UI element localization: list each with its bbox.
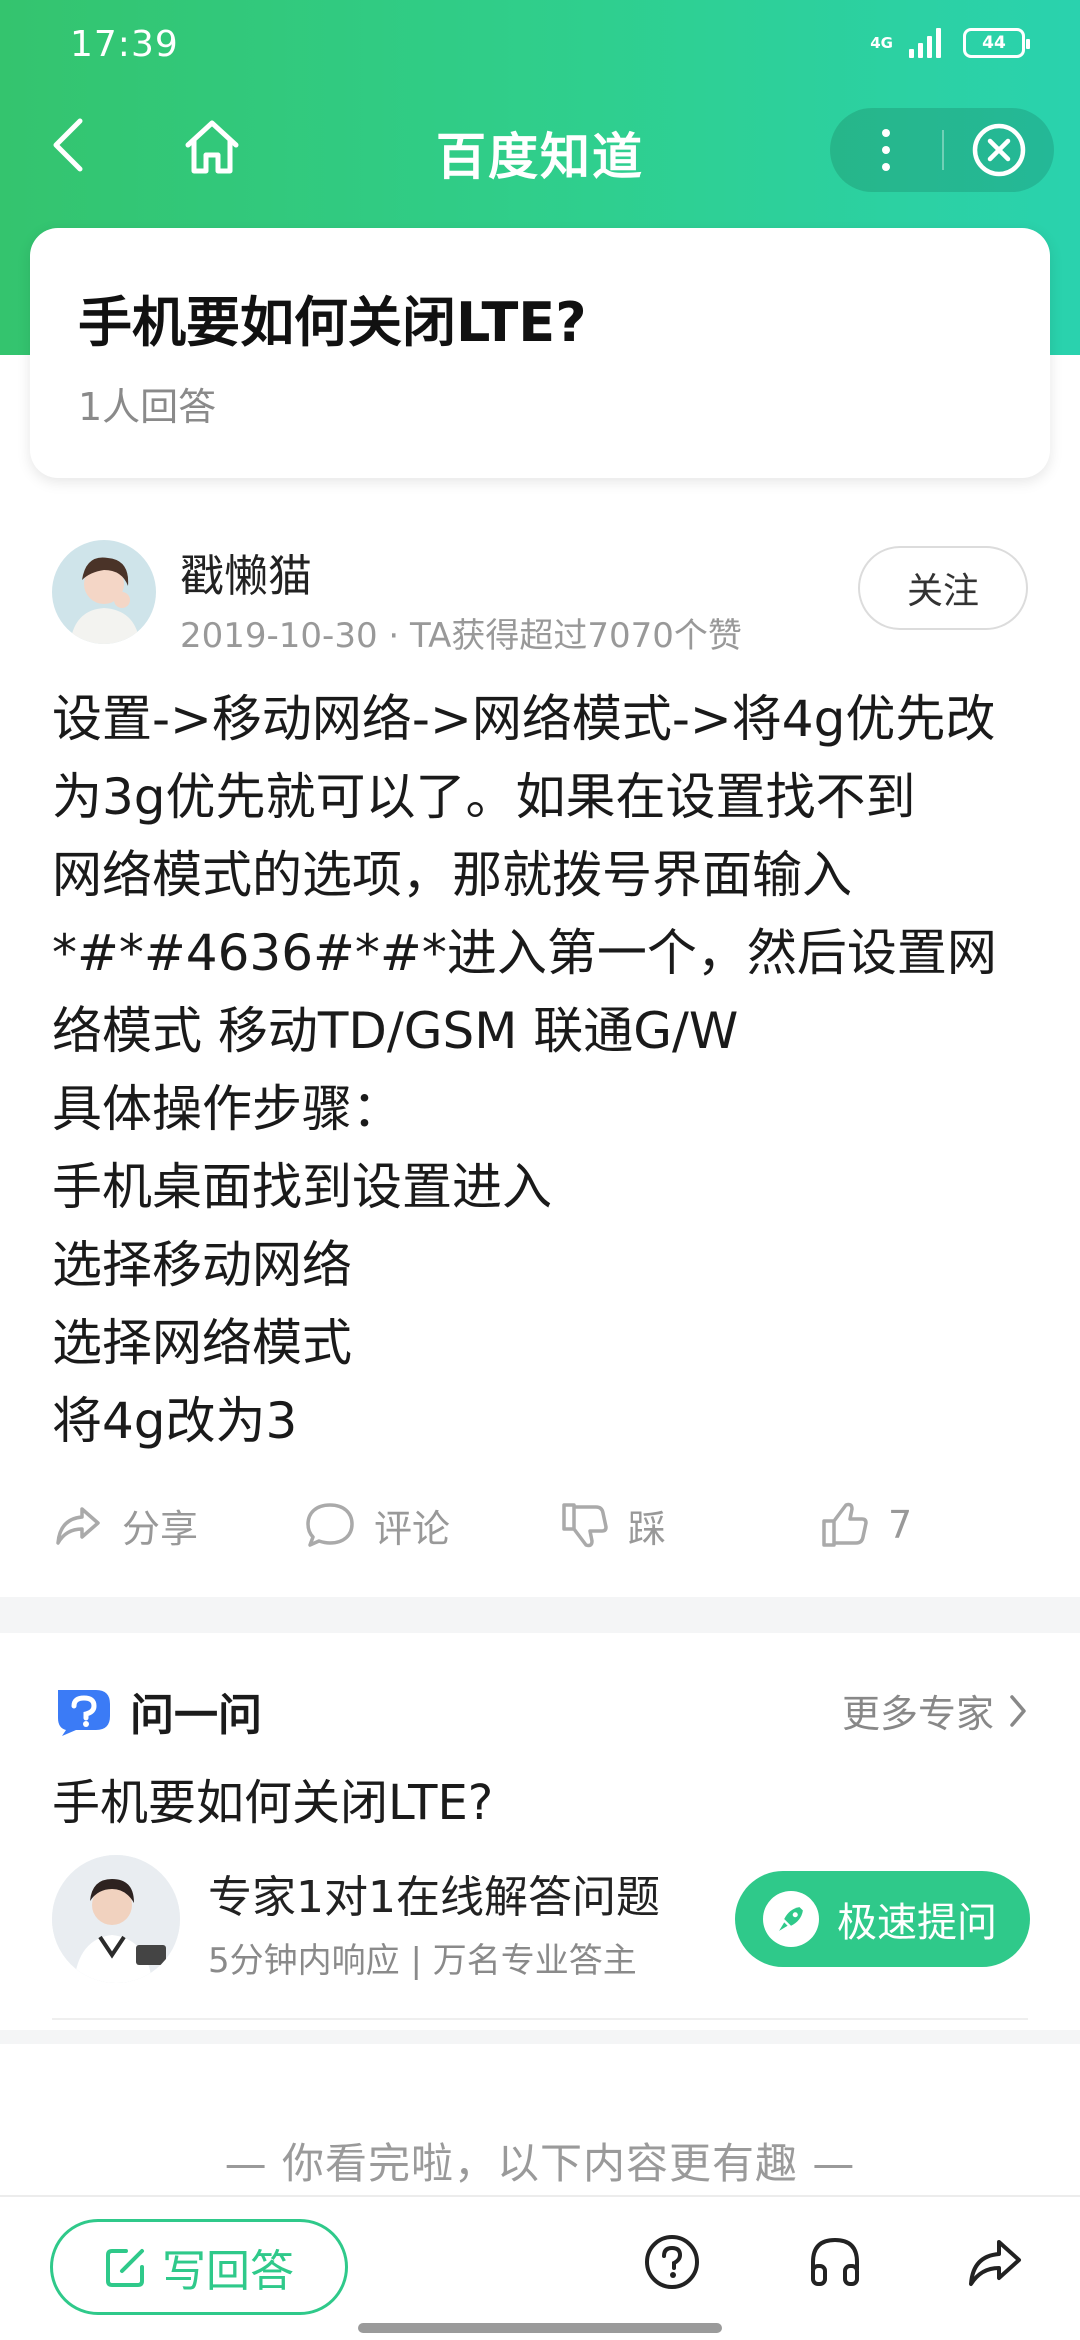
answer-actions: 分享 评论 踩 7 [0,1485,1080,1565]
share-icon [56,1507,100,1545]
thumbs-up-icon [822,1502,868,1547]
comment-icon [306,1503,354,1547]
ask-logo-text: 问一问 [130,1690,262,1741]
author-name[interactable]: 戳懒猫 [180,540,312,604]
ask-logo-icon [58,1690,110,1736]
expert-title: 专家1对1在线解答问题 [208,1872,660,1923]
follow-button[interactable]: 关注 [858,546,1028,630]
write-answer-button[interactable]: 写回答 [50,2219,348,2315]
like-action[interactable]: 7 [818,1485,912,1565]
like-count: 7 [888,1503,913,1547]
bottom-bar: 写回答 [0,2195,1080,2340]
answer-line: 为3g优先就可以了。如果在设置找不到 [52,768,916,826]
more-dots-icon[interactable] [830,108,942,192]
section-divider [0,2030,1080,2044]
thumbs-down-icon [562,1503,608,1548]
battery-icon: 44 [963,28,1030,58]
dislike-action[interactable]: 踩 [558,1485,666,1565]
answer-line: 网络模式的选项，那就拨号界面输入 [52,846,852,904]
answer-line: 将4g改为3 [52,1392,298,1450]
expert-subtitle: 5分钟内响应 | 万名专业答主 [208,1941,637,1981]
more-experts-link[interactable]: 更多专家 [842,1683,1028,1738]
answer-line: *#*#4636#*#*进入第一个，然后设置网 [52,924,997,982]
avatar[interactable] [52,540,156,644]
answer-line: 设置->移动网络->网络模式->将4g优先改 [52,690,996,748]
help-icon[interactable] [637,2227,707,2297]
close-circle-icon[interactable] [944,108,1054,192]
answer-line: 选择网络模式 [52,1314,352,1372]
ask-section: 问一问 更多专家 手机要如何关闭LTE? 专家1对1在线解答问题 5分钟内响应 … [0,1633,1080,2028]
divider [52,2018,1028,2020]
ask-question[interactable]: 手机要如何关闭LTE? [52,1763,493,1833]
status-time: 17:39 [70,24,179,65]
status-bar: 17:39 4G 44 [0,0,1080,95]
nav-bar: 百度知道 [0,95,1080,205]
signal-icon [909,28,941,58]
battery-level: 44 [982,33,1006,53]
share-label: 分享 [122,1506,199,1551]
share-action[interactable]: 分享 [52,1485,198,1565]
fast-ask-label: 极速提问 [837,1900,997,1946]
rocket-icon [763,1891,819,1947]
answer-count: 1人回答 [78,385,217,429]
network-type: 4G [870,33,893,52]
ask-logo: 问一问 [52,1679,262,1743]
home-indicator[interactable] [358,2323,722,2333]
end-of-content-note: — 你看完啦，以下内容更有趣 — [224,2139,856,2188]
section-divider [0,1597,1080,1633]
more-experts-label: 更多专家 [841,1692,994,1736]
status-icons: 4G 44 [870,28,1030,58]
dislike-label: 踩 [628,1506,667,1551]
expert-avatar [52,1855,180,1983]
answer-line: 手机桌面找到设置进入 [52,1158,552,1216]
author-meta: 2019-10-30 · TA获得超过7070个赞 [180,616,742,656]
answer-line: 具体操作步骤： [52,1080,402,1138]
question-title: 手机要如何关闭LTE? [78,291,587,354]
edit-icon [106,2249,144,2287]
share-icon[interactable] [960,2227,1030,2297]
comment-action[interactable]: 评论 [304,1485,450,1565]
headphones-icon[interactable] [800,2227,870,2297]
answer-text: 设置->移动网络->网络模式->将4g优先改 为3g优先就可以了。如果在设置找不… [52,680,1042,1460]
question-card: 手机要如何关闭LTE? 1人回答 [30,228,1050,478]
mini-program-capsule [830,108,1054,192]
write-answer-label: 写回答 [162,2246,294,2297]
chevron-right-icon [1010,1694,1026,1727]
answer-line: 选择移动网络 [52,1236,352,1294]
comment-label: 评论 [374,1506,451,1551]
fast-ask-button[interactable]: 极速提问 [735,1871,1030,1967]
answer-line: 络模式 移动TD/GSM 联通G/W [52,1002,739,1060]
